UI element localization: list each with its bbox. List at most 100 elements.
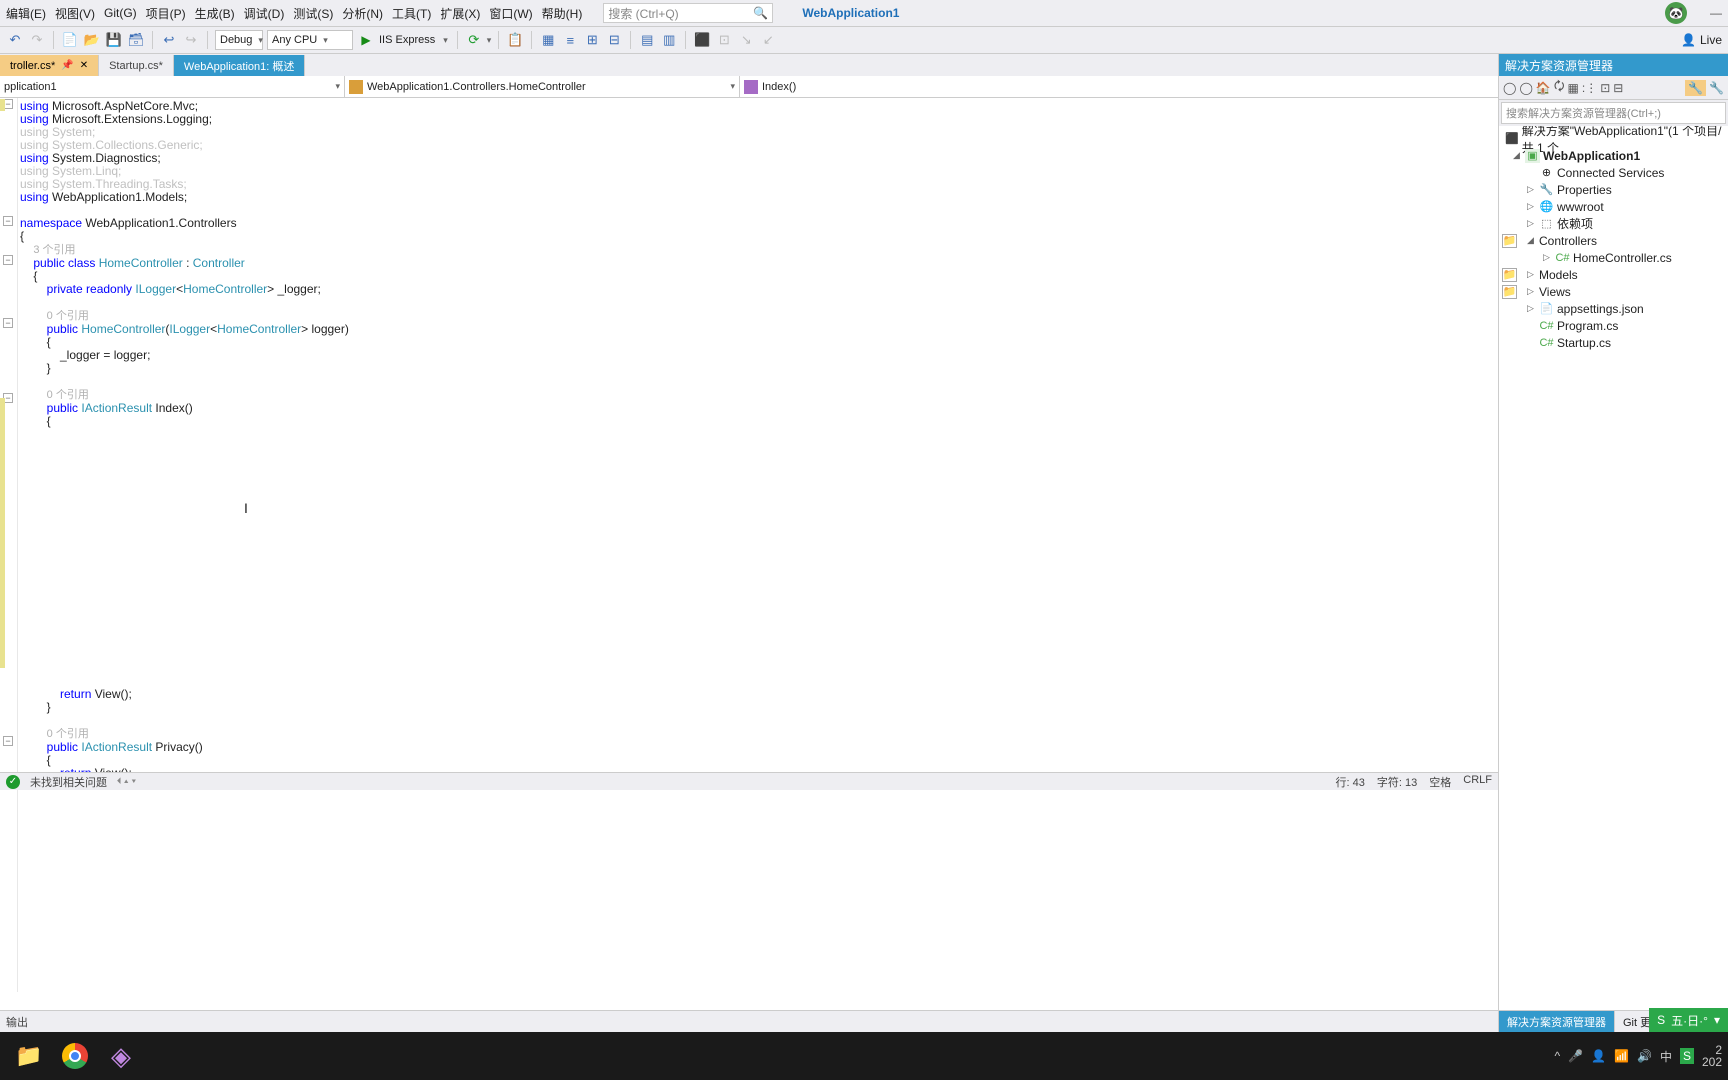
code-body[interactable]: using Microsoft.AspNetCore.Mvc; using Mi…: [18, 98, 1711, 992]
expand-icon[interactable]: ▷: [1527, 286, 1539, 297]
tray-net-icon[interactable]: 📶: [1614, 1049, 1629, 1063]
run-dd-icon[interactable]: ▾: [443, 35, 448, 46]
tree-item[interactable]: ▷🌐wwwroot: [1499, 198, 1728, 215]
live-share[interactable]: 👤 Live: [1681, 33, 1722, 47]
solution-search[interactable]: 搜索解决方案资源管理器(Ctrl+;): [1501, 102, 1726, 124]
tree-item[interactable]: ▷⬚依赖项: [1499, 215, 1728, 232]
menu-project[interactable]: 项目(P): [146, 5, 186, 22]
tool-icon[interactable]: :⋮: [1582, 81, 1597, 95]
tree-controllers[interactable]: ◢📁Controllers: [1499, 232, 1728, 249]
pin-icon[interactable]: 📌: [61, 60, 73, 71]
nav-back-icon[interactable]: ◯: [1503, 81, 1516, 95]
system-tray[interactable]: ^ 🎤 👤 📶 🔊 中 S 2202: [1554, 1044, 1722, 1068]
tree-item[interactable]: ▷📄appsettings.json: [1499, 300, 1728, 317]
menu-tools[interactable]: 工具(T): [392, 5, 431, 22]
app-visualstudio[interactable]: ◈: [98, 1036, 144, 1076]
menu-extensions[interactable]: 扩展(X): [440, 5, 480, 22]
tool4-icon[interactable]: ⊞: [583, 31, 601, 49]
new-icon[interactable]: 📄: [61, 31, 79, 49]
minimize-icon[interactable]: —: [1710, 6, 1722, 20]
nav-fwd-icon[interactable]: ◯: [1519, 81, 1532, 95]
fold-icon[interactable]: −: [3, 736, 13, 746]
tray-mic-icon[interactable]: 🎤: [1568, 1049, 1583, 1063]
tree-item[interactable]: ▷📁Views: [1499, 283, 1728, 300]
nav-namespace[interactable]: pplication1▾: [0, 76, 345, 97]
tray-vol-icon[interactable]: 🔊: [1637, 1049, 1652, 1063]
tab-controller[interactable]: troller.cs*📌✕: [0, 55, 99, 76]
nav-arrows-icon[interactable]: 🞀 ▴ ▾: [117, 776, 136, 787]
expand-icon[interactable]: ▷: [1527, 269, 1539, 280]
menu-analyze[interactable]: 分析(N): [342, 5, 383, 22]
output-panel-header[interactable]: 输出: [0, 1010, 1498, 1032]
tab-solution-explorer[interactable]: 解决方案资源管理器: [1499, 1011, 1615, 1032]
tray-ime[interactable]: 中: [1660, 1048, 1672, 1065]
app-chrome[interactable]: [52, 1036, 98, 1076]
back-icon[interactable]: ↶: [6, 31, 24, 49]
sync-icon[interactable]: 🗘: [1554, 77, 1565, 98]
tool11-icon[interactable]: ↙: [759, 31, 777, 49]
menu-build[interactable]: 生成(B): [195, 5, 235, 22]
undo-icon[interactable]: ↩: [160, 31, 178, 49]
menu-git[interactable]: Git(G): [104, 6, 137, 20]
fold-gutter[interactable]: − − − − − −: [0, 98, 18, 992]
expand-icon[interactable]: ◢: [1513, 150, 1525, 161]
tool-icon[interactable]: ⊟: [1613, 81, 1623, 95]
menu-view[interactable]: 视图(V): [55, 5, 95, 22]
nav-class[interactable]: WebApplication1.Controllers.HomeControll…: [345, 76, 740, 97]
saveall-icon[interactable]: 🗃: [127, 31, 145, 49]
refresh-icon[interactable]: ⟳: [465, 31, 483, 49]
fold-icon[interactable]: −: [3, 216, 13, 226]
refresh-dd-icon[interactable]: ▾: [487, 35, 492, 46]
menu-edit[interactable]: 编辑(E): [6, 5, 46, 22]
tree-homecontroller[interactable]: ▷C#HomeController.cs: [1499, 249, 1728, 266]
tool8-icon[interactable]: ⬛: [693, 31, 711, 49]
play-icon[interactable]: ▶: [357, 31, 375, 49]
expand-icon[interactable]: ▷: [1543, 252, 1555, 263]
tool3-icon[interactable]: ≡: [561, 31, 579, 49]
tree-item[interactable]: ▷📁Models: [1499, 266, 1728, 283]
tool2-icon[interactable]: ▦: [539, 31, 557, 49]
expand-icon[interactable]: ▷: [1527, 184, 1539, 195]
tray-people-icon[interactable]: 👤: [1591, 1049, 1606, 1063]
tool7-icon[interactable]: ▥: [660, 31, 678, 49]
filter-icon[interactable]: 🔧: [1685, 80, 1706, 96]
tray-s-icon[interactable]: S: [1680, 1048, 1694, 1064]
tool-icon[interactable]: ⊡: [1600, 81, 1610, 95]
tray-clock[interactable]: 2202: [1702, 1044, 1722, 1068]
ime-more-icon[interactable]: ▾: [1714, 1013, 1720, 1027]
expand-icon[interactable]: ▷: [1527, 201, 1539, 212]
tool9-icon[interactable]: ⊡: [715, 31, 733, 49]
avatar[interactable]: 🐼: [1665, 2, 1687, 24]
expand-icon[interactable]: ◢: [1527, 235, 1539, 246]
tool-icon[interactable]: ▦: [1568, 81, 1579, 95]
tray-up-icon[interactable]: ^: [1554, 1049, 1560, 1063]
tool6-icon[interactable]: ▤: [638, 31, 656, 49]
config-combo[interactable]: Debug▾: [215, 30, 263, 50]
tree-item[interactable]: C#Startup.cs: [1499, 334, 1728, 351]
tool5-icon[interactable]: ⊟: [605, 31, 623, 49]
tree-solution[interactable]: ⬛解决方案"WebApplication1"(1 个项目/共 1 个: [1499, 130, 1728, 147]
app-explorer[interactable]: 📁: [6, 1036, 52, 1076]
ime-bar[interactable]: S 五·日·° ▾: [1649, 1008, 1728, 1032]
wrench-icon[interactable]: 🔧: [1709, 81, 1724, 95]
expand-icon[interactable]: ▷: [1527, 218, 1539, 229]
platform-combo[interactable]: Any CPU▾: [267, 30, 353, 50]
solution-tree[interactable]: ⬛解决方案"WebApplication1"(1 个项目/共 1 个 ◢▣Web…: [1499, 126, 1728, 1010]
home-icon[interactable]: 🏠: [1536, 81, 1551, 95]
tree-item[interactable]: C#Program.cs: [1499, 317, 1728, 334]
tree-item[interactable]: ⊕Connected Services: [1499, 164, 1728, 181]
menu-window[interactable]: 窗口(W): [489, 5, 532, 22]
menu-debug[interactable]: 调试(D): [244, 5, 285, 22]
run-target[interactable]: IIS Express: [379, 34, 435, 46]
redo-icon[interactable]: ↪: [182, 31, 200, 49]
fwd-icon[interactable]: ↷: [28, 31, 46, 49]
tool1-icon[interactable]: 📋: [506, 31, 524, 49]
fold-icon[interactable]: −: [3, 255, 13, 265]
tool10-icon[interactable]: ↘: [737, 31, 755, 49]
search-input[interactable]: 搜索 (Ctrl+Q) 🔍: [603, 3, 773, 23]
tab-startup[interactable]: Startup.cs*: [99, 55, 174, 76]
tab-overview[interactable]: WebApplication1: 概述: [174, 55, 305, 76]
code-editor[interactable]: − − − − − − using Microsoft.AspNetCore.M…: [0, 98, 1728, 992]
menu-test[interactable]: 测试(S): [293, 5, 333, 22]
tree-item[interactable]: ▷🔧Properties: [1499, 181, 1728, 198]
